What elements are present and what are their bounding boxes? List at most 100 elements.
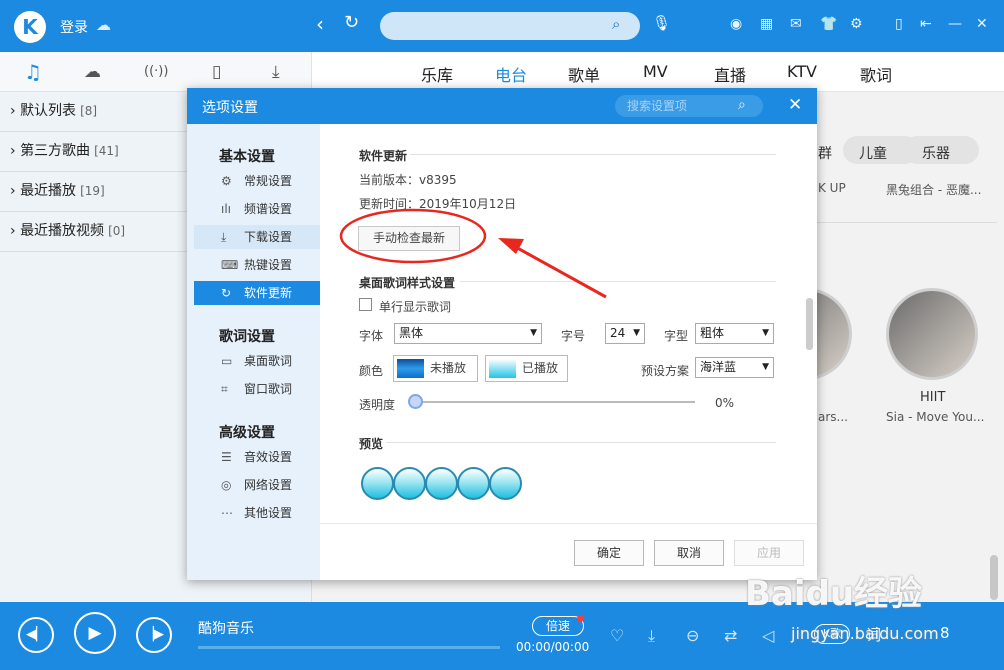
section-title: 桌面歌词样式设置: [359, 276, 456, 290]
nav-desktop-lyrics[interactable]: ▭ 桌面歌词: [194, 349, 320, 373]
playlist-count: [0]: [108, 224, 126, 238]
heart-icon[interactable]: ♡: [610, 626, 624, 645]
search-icon[interactable]: ⌕: [738, 97, 746, 113]
played-swatch: [489, 359, 516, 378]
refresh-icon[interactable]: ↻: [344, 12, 359, 33]
divider: [386, 442, 776, 443]
cancel-button[interactable]: 取消: [654, 540, 724, 566]
check-update-button[interactable]: 手动检查最新: [358, 226, 460, 251]
divider: [817, 222, 997, 223]
keyboard-icon: ⌨: [221, 258, 239, 272]
mic-icon[interactable]: 🎙: [652, 14, 671, 32]
more-icon[interactable]: ⊖: [686, 626, 699, 645]
search-input[interactable]: [380, 12, 640, 40]
kugou-logo[interactable]: K: [14, 11, 46, 43]
unplayed-label: 未播放: [430, 361, 467, 375]
nav-hotkeys[interactable]: ⌨ 热键设置: [194, 253, 320, 277]
nav-general[interactable]: ⚙ 常规设置: [194, 169, 320, 193]
apply-button[interactable]: 应用: [734, 540, 804, 566]
watermark-main: Baidu经验: [745, 574, 923, 614]
preview-glyph: [361, 467, 394, 500]
tab-live[interactable]: 直播: [714, 62, 746, 86]
chevron-down-icon: ▼: [530, 328, 537, 338]
download-tab-icon[interactable]: ⤓: [272, 62, 280, 82]
opacity-slider-knob[interactable]: [408, 394, 423, 409]
loop-icon[interactable]: ⇄: [724, 626, 737, 645]
opacity-slider-track[interactable]: [415, 401, 695, 403]
next-icon[interactable]: ▕▶: [136, 617, 172, 653]
radio-caption: K UP: [818, 181, 846, 195]
now-playing-title: 酷狗音乐: [198, 621, 254, 637]
radio-caption: ars...: [818, 410, 848, 424]
played-label: 已播放: [522, 361, 559, 375]
play-icon[interactable]: ▶: [74, 612, 116, 654]
playlist-name: 第三方歌曲: [20, 143, 91, 159]
tab-radio[interactable]: 电台: [495, 62, 527, 86]
notification-dot: [577, 615, 584, 622]
cloud-tab-icon[interactable]: ☁: [84, 62, 101, 82]
watermark-sub: jingyan.baidu.com: [791, 624, 939, 643]
played-color-button[interactable]: 已播放: [485, 355, 568, 382]
nav-label: 网络设置: [244, 478, 293, 492]
login-link[interactable]: 登录: [60, 17, 88, 37]
dock-icon[interactable]: ⇤: [920, 16, 932, 32]
single-line-checkbox[interactable]: [359, 298, 372, 311]
nav-download[interactable]: ⤓ 下载设置: [194, 225, 320, 249]
tab-library[interactable]: 乐库: [421, 62, 453, 86]
previous-icon[interactable]: ◀▏: [18, 617, 54, 653]
tab-ktv[interactable]: KTV: [787, 62, 817, 81]
apps-icon[interactable]: ▦: [760, 16, 773, 32]
window-lyrics-icon: ⌗: [221, 382, 228, 396]
playlist-count: [19]: [80, 184, 105, 198]
tab-lyrics[interactable]: 歌词: [860, 62, 892, 86]
close-icon[interactable]: ✕: [976, 16, 988, 32]
chevron-down-icon: ▼: [762, 328, 769, 338]
download-icon[interactable]: ⤓: [648, 626, 655, 646]
search-icon[interactable]: ⌕: [612, 15, 620, 33]
nav-other[interactable]: ⋯ 其他设置: [194, 501, 320, 525]
radio-title: HIIT: [920, 390, 946, 405]
device-tab-icon[interactable]: ▯: [212, 62, 221, 82]
unplayed-color-button[interactable]: 未播放: [393, 355, 478, 382]
nav-software-update[interactable]: ↻ 软件更新: [194, 281, 320, 305]
dialog-scrollbar[interactable]: [806, 298, 813, 350]
category-item[interactable]: 群: [818, 143, 832, 163]
nav-window-lyrics[interactable]: ⌗ 窗口歌词: [194, 377, 320, 401]
skin-icon[interactable]: ◉: [730, 16, 742, 32]
settings-icon[interactable]: ⚙: [850, 16, 863, 32]
minimize-icon[interactable]: —: [948, 16, 962, 32]
ok-button[interactable]: 确定: [574, 540, 644, 566]
radio-tab-icon[interactable]: ((·)): [144, 64, 168, 79]
preset-label: 预设方案: [641, 364, 690, 378]
nav-sound-effects[interactable]: ☰ 音效设置: [194, 445, 320, 469]
tab-playlists[interactable]: 歌单: [568, 62, 600, 86]
music-note-icon[interactable]: ♫: [24, 60, 42, 84]
preset-select[interactable]: 海洋蓝 ▼: [695, 357, 774, 378]
back-icon[interactable]: ‹: [316, 12, 324, 36]
nav-spectrum[interactable]: ılı 频谱设置: [194, 197, 320, 221]
tab-mv[interactable]: MV: [643, 62, 668, 81]
divider: [410, 154, 776, 155]
mini-mode-icon[interactable]: ▯: [895, 16, 903, 32]
dialog-close-icon[interactable]: ✕: [788, 95, 802, 115]
nav-label: 频谱设置: [244, 202, 293, 216]
font-select[interactable]: 黑体 ▼: [394, 323, 542, 344]
color-label: 颜色: [359, 364, 384, 378]
font-label: 字体: [359, 329, 384, 343]
weight-select[interactable]: 粗体 ▼: [695, 323, 774, 344]
baidu-watermark: Baidu经验 jingyan.baidu.com: [745, 566, 1000, 666]
progress-bar[interactable]: [198, 646, 500, 649]
size-select[interactable]: 24 ▼: [605, 323, 645, 344]
mail-icon[interactable]: ✉: [790, 16, 802, 32]
preview-glyph: [393, 467, 426, 500]
nav-network[interactable]: ◎ 网络设置: [194, 473, 320, 497]
radio-avatar[interactable]: [886, 288, 978, 380]
equalizer-icon: ☰: [221, 450, 232, 464]
category-item[interactable]: 儿童: [859, 143, 887, 163]
network-icon: ◎: [221, 478, 232, 492]
category-item[interactable]: 乐器: [922, 143, 950, 163]
shirt-icon[interactable]: 👕: [820, 16, 837, 32]
cloud-icon[interactable]: ☁: [96, 16, 111, 34]
desktop-lyrics-icon: ▭: [221, 354, 233, 368]
more-icon: ⋯: [221, 506, 233, 520]
